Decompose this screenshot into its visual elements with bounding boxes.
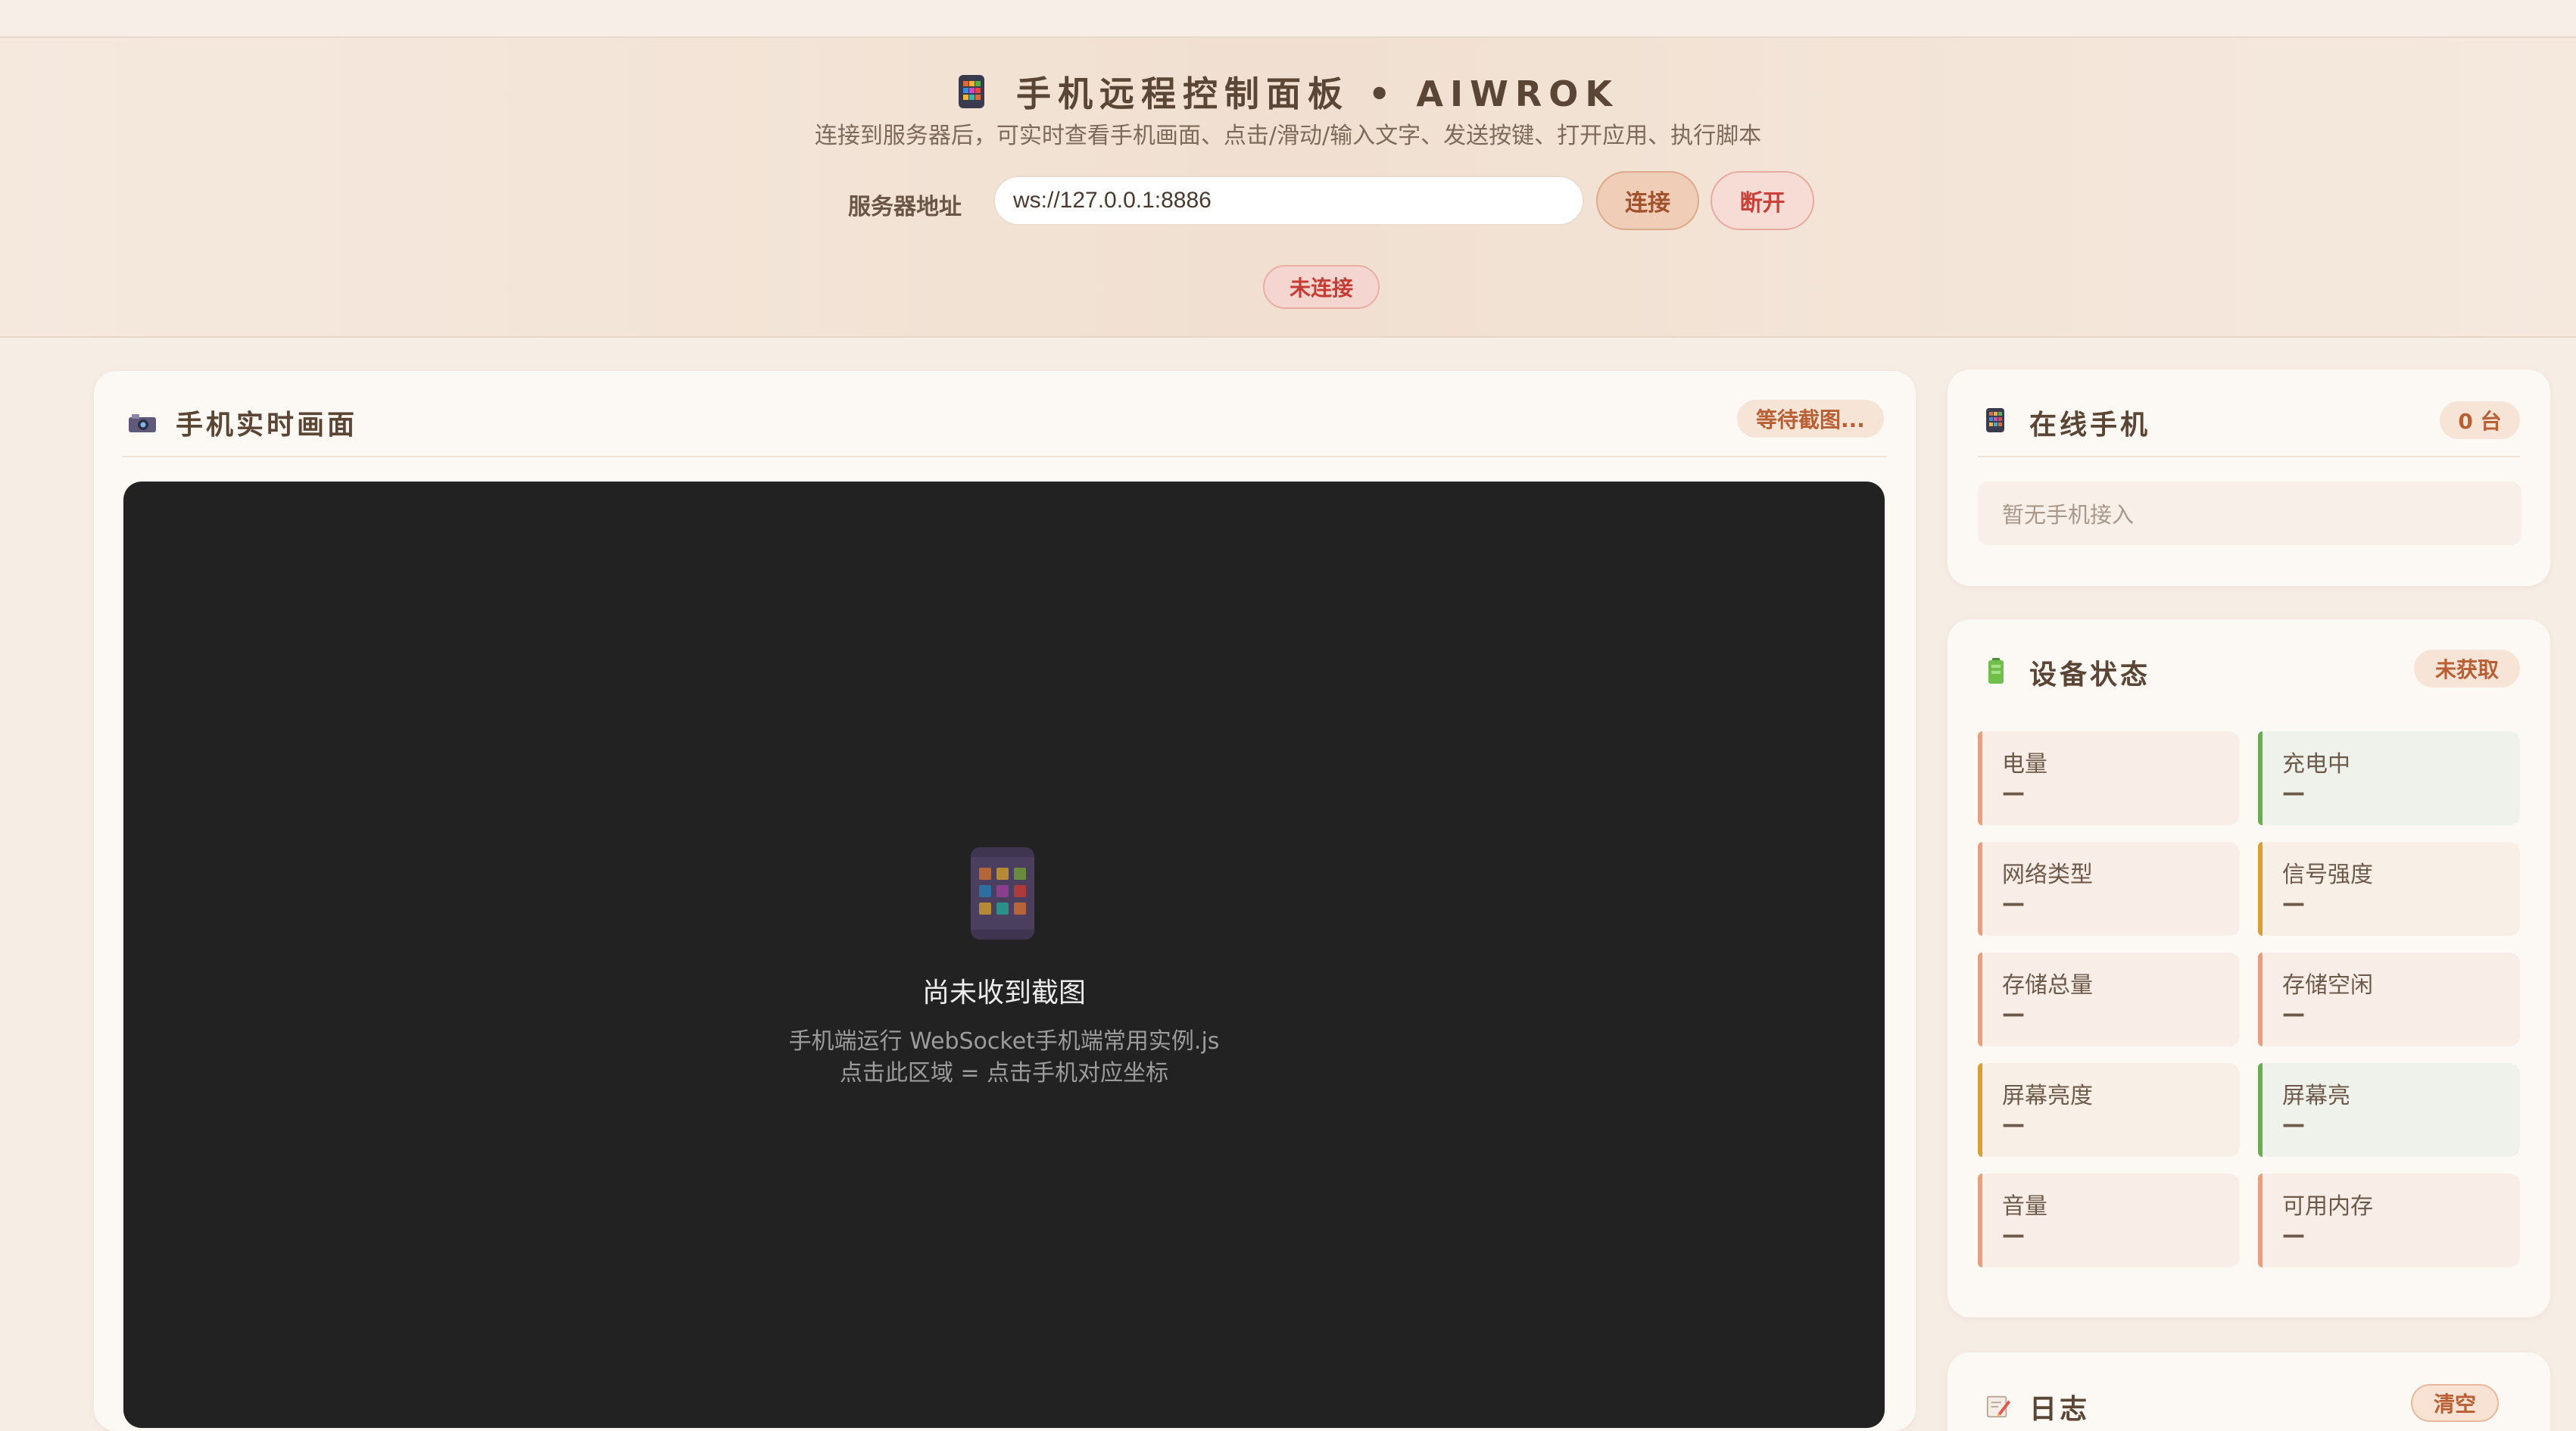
page-subtitle: 连接到服务器后，可实时查看手机画面、点击/滑动/输入文字、发送按键、打开应用、执… [814,123,1762,149]
stat-available-memory: 可用内存 — [2258,1174,2520,1267]
screen-hint-line-2: 点击此区域 = 点击手机对应坐标 [839,1060,1169,1086]
online-panel-divider [1978,456,2520,457]
stat-storage-total: 存储总量 — [1978,952,2240,1046]
online-phones-count: 0 台 [2440,401,2520,439]
server-address-label: 服务器地址 [848,194,962,220]
log-panel: 日志 清空 [1948,1352,2550,1431]
connection-status-badge: 未连接 [1263,265,1380,309]
stat-battery: 电量 — [1978,731,2240,825]
disconnect-button[interactable]: 断开 [1711,171,1814,230]
camera-icon [129,414,156,432]
online-phones-panel: 在线手机 0 台 [1948,369,2550,586]
phone-screen-area[interactable]: 尚未收到截图 手机端运行 WebSocket手机端常用实例.js 点击此区域 =… [123,482,1885,1428]
online-phones-empty: 暂无手机接入 [1978,482,2521,545]
page-title: 手机远程控制面板 • AIWROK [1015,73,1620,114]
server-address-input[interactable] [993,176,1584,226]
stat-storage-free: 存储空闲 — [2258,952,2520,1046]
clear-log-button[interactable]: 清空 [2411,1384,2499,1422]
stat-screen-brightness: 屏幕亮度 — [1978,1063,2240,1157]
phone-icon [958,75,984,108]
stat-signal-strength: 信号强度 — [2258,842,2520,936]
phone-icon [1986,408,2004,432]
memo-icon [1986,1395,2011,1418]
connect-button[interactable]: 连接 [1596,171,1699,230]
phone-placeholder-icon [971,847,1034,940]
screen-hint-line-1: 手机端运行 WebSocket手机端常用实例.js [788,1028,1220,1055]
screen-status-badge: 等待截图... [1737,400,1884,438]
stat-charging: 充电中 — [2258,731,2520,825]
screen-placeholder-title: 尚未收到截图 [922,977,1086,1009]
title-row: 手机远程控制面板 • AIWROK [0,65,2576,118]
stat-volume: 音量 — [1978,1174,2240,1267]
top-strip [0,0,2576,38]
online-phones-title: 在线手机 [2029,410,2151,441]
screen-panel-title: 手机实时画面 [176,410,358,441]
device-status-title: 设备状态 [2029,659,2151,691]
log-panel-title: 日志 [2029,1394,2091,1425]
battery-icon [1988,658,2004,684]
screen-panel-divider [123,456,1887,457]
stat-network-type: 网络类型 — [1978,842,2240,936]
device-status-badge: 未获取 [2414,650,2520,687]
stat-screen-on: 屏幕亮 — [2258,1063,2520,1157]
